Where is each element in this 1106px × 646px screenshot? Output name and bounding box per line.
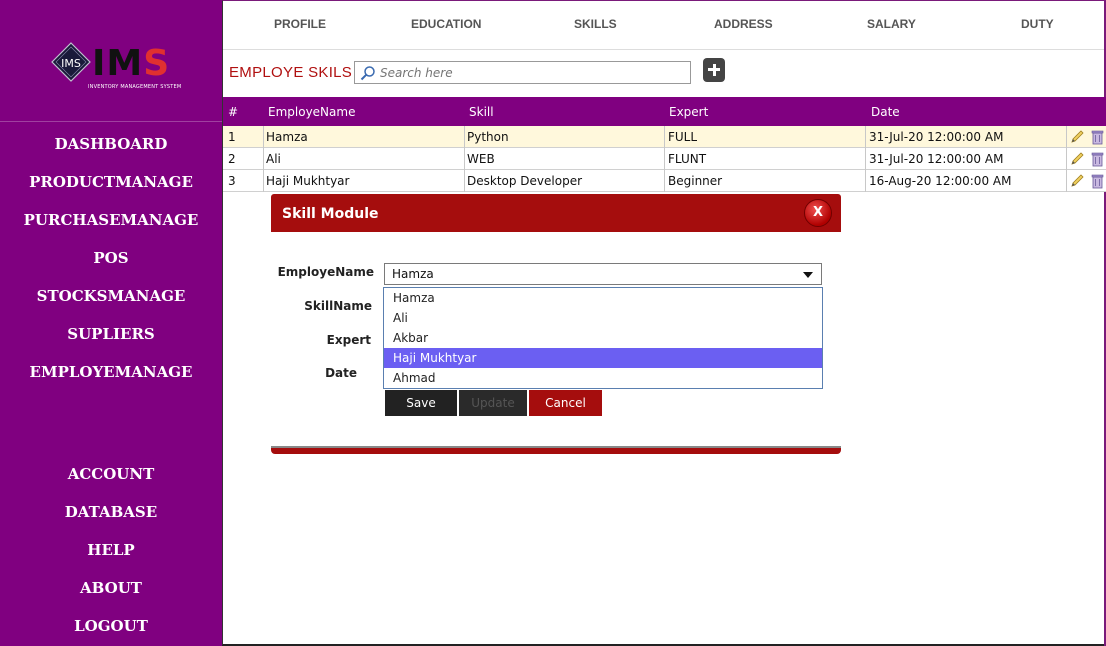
dropdown-option[interactable]: Ali [384,308,822,328]
table-header: # EmployeName Skill Expert Date [223,97,1106,126]
nav-database[interactable]: DATABASE [0,500,222,524]
tab-duty[interactable]: DUTY [1021,17,1054,31]
logo-letters-red: S [143,43,171,84]
dropdown-option-highlighted[interactable]: Haji Mukhtyar [384,348,822,368]
cell-name: Ali [266,152,281,166]
close-button[interactable]: X [804,199,832,227]
cell-date: 31-Jul-20 12:00:00 AM [869,152,1004,166]
label-skill-name: SkillName [304,299,372,313]
table-row[interactable]: 3 Haji Mukhtyar Desktop Developer Beginn… [223,170,1106,192]
nav-supliers[interactable]: SUPLIERS [0,322,222,346]
column-header-id: # [228,105,239,119]
top-tabs: PROFILE EDUCATION SKILLS ADDRESS SALARY … [223,0,1104,50]
modal-title: Skill Module [282,206,379,222]
table-row[interactable]: 2 Ali WEB FLUNT 31-Jul-20 12:00:00 AM [223,148,1106,170]
cell-id: 3 [228,174,236,188]
trash-icon[interactable] [1089,129,1105,145]
logo-mark-text: IMS [61,57,81,70]
cell-skill: Desktop Developer [467,174,583,188]
tab-skills[interactable]: SKILLS [574,17,617,31]
nav-employemanage[interactable]: EMPLOYEMANAGE [0,360,222,384]
employe-name-dropdown: Hamza Ali Akbar Haji Mukhtyar Ahmad [383,287,823,389]
cell-expert: FULL [668,130,698,144]
logo-area: IMS IMS INVENTORY MANAGEMENT SYSTEM [0,0,222,122]
column-header-date: Date [871,105,900,119]
pencil-icon[interactable] [1069,129,1085,145]
tab-profile[interactable]: PROFILE [274,17,326,31]
cancel-button[interactable]: Cancel [529,390,602,416]
pencil-icon[interactable] [1069,151,1085,167]
nav-pos[interactable]: POS [0,246,222,270]
nav-logout[interactable]: LOGOUT [0,614,222,638]
page-title: EMPLOYE SKILS [229,64,353,81]
dropdown-option[interactable]: Akbar [384,328,822,348]
nav-purchasemanage[interactable]: PURCHASEMANAGE [0,208,222,232]
update-button[interactable]: Update [459,390,527,416]
label-date: Date [325,366,357,380]
cell-date: 31-Jul-20 12:00:00 AM [869,130,1004,144]
cell-id: 1 [228,130,236,144]
cell-expert: Beginner [668,174,723,188]
search-icon [360,66,375,81]
label-expert: Expert [326,333,371,347]
column-header-skill: Skill [469,105,494,119]
chevron-down-icon[interactable] [803,272,813,278]
ims-diamond-logo: IMS [51,42,91,82]
tab-address[interactable]: ADDRESS [714,17,773,31]
logo-wordmark: IMS [92,44,170,84]
search-box[interactable] [354,61,691,84]
add-skill-button[interactable] [703,58,725,82]
column-header-employename: EmployeName [268,105,356,119]
sidebar: IMS IMS INVENTORY MANAGEMENT SYSTEM DASH… [0,0,222,646]
tab-education[interactable]: EDUCATION [411,17,481,31]
label-employe-name: EmployeName [277,265,374,279]
cell-skill: WEB [467,152,495,166]
cell-skill: Python [467,130,509,144]
skill-module-header: Skill Module X [271,194,841,232]
nav-account[interactable]: ACCOUNT [0,462,222,486]
dropdown-option[interactable]: Ahmad [384,368,822,388]
logo-letters-dark: IM [92,43,144,84]
skill-module-footer [271,446,841,454]
tab-salary[interactable]: SALARY [867,17,916,31]
pencil-icon[interactable] [1069,173,1085,189]
table-row[interactable]: 1 Hamza Python FULL 31-Jul-20 12:00:00 A… [223,126,1106,148]
employe-name-value: Hamza [392,267,434,281]
nav-stocksmanage[interactable]: STOCKSMANAGE [0,284,222,308]
trash-icon[interactable] [1089,173,1105,189]
nav-about[interactable]: ABOUT [0,576,222,600]
trash-icon[interactable] [1089,151,1105,167]
nav-productmanage[interactable]: PRODUCTMANAGE [0,170,222,194]
cell-id: 2 [228,152,236,166]
cell-date: 16-Aug-20 12:00:00 AM [869,174,1012,188]
nav-help[interactable]: HELP [0,538,222,562]
save-button[interactable]: Save [385,390,457,416]
dropdown-option[interactable]: Hamza [384,288,822,308]
column-header-expert: Expert [669,105,709,119]
logo-subtitle: INVENTORY MANAGEMENT SYSTEM [88,84,182,90]
cell-name: Hamza [266,130,308,144]
search-input[interactable] [380,64,680,82]
nav-dashboard[interactable]: DASHBOARD [0,132,222,156]
cell-expert: FLUNT [668,152,707,166]
cell-name: Haji Mukhtyar [266,174,350,188]
employe-name-select[interactable]: Hamza [384,263,822,285]
